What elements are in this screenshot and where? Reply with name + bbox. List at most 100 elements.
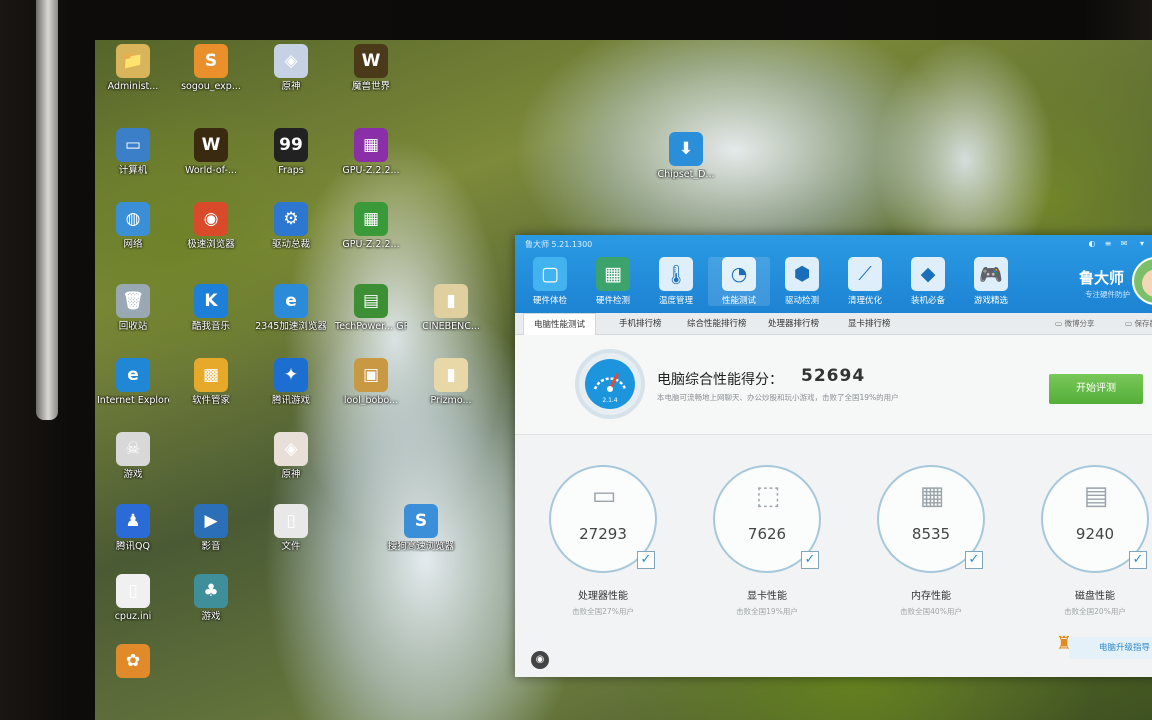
desktop-icon[interactable]: ♣ 游戏 <box>175 574 247 622</box>
desktop-icon[interactable]: ▯ 文件 <box>255 504 327 552</box>
desktop-icon-label: 回收站 <box>118 321 148 332</box>
component-card: ▦ 8535 ✓ 内存性能 击败全国40%用户 <box>861 465 1001 617</box>
desktop-icon[interactable]: ⬇ Chipset_D... <box>650 132 722 180</box>
desktop-icon-label: Internet Explorer <box>97 395 169 406</box>
gauge-readout: 2.1.4 <box>602 397 618 404</box>
skin-icon[interactable]: ◐ <box>1088 240 1096 248</box>
chip-board-icon: ▦ <box>596 257 630 291</box>
desktop-icon-label: 游戏 <box>201 611 221 622</box>
module-gear-box[interactable]: ⬢ 驱动检测 <box>771 257 833 306</box>
desktop-icon[interactable]: ▣ lool_bobo... <box>335 358 407 406</box>
desktop-icon[interactable]: ◈ 原神 <box>255 44 327 92</box>
desktop-icon-label: 原神 <box>281 81 301 92</box>
tab-gpu-ranking[interactable]: 显卡排行榜 <box>838 313 901 335</box>
component-score: 9240 <box>1075 525 1115 543</box>
desktop-icon[interactable]: ⚙ 驱动总裁 <box>255 202 327 250</box>
module-label: 硬件检测 <box>595 296 630 306</box>
brand-slogan: 专注硬件防护 <box>1085 290 1130 299</box>
app-icon: ⬇ <box>669 132 703 166</box>
desktop-icon[interactable]: ▮ Prizmo... <box>415 358 487 406</box>
module-gamepad[interactable]: 🎮 游戏精选 <box>960 257 1022 306</box>
desktop-icon[interactable]: W World-of-... <box>175 128 247 176</box>
desktop-icon-label: GPU-Z.2.2... <box>342 165 400 176</box>
desktop-icon[interactable]: ▭ 计算机 <box>97 128 169 176</box>
score-summary: 2.1.4 电脑综合性能得分： 52694 本电脑可流畅地上网聊天、办公炒股和玩… <box>515 335 1152 435</box>
module-cube[interactable]: ◆ 装机必备 <box>897 257 959 306</box>
app-icon: 99 <box>274 128 308 162</box>
app-icon: ⚙ <box>274 202 308 236</box>
desktop-icon-label: 驱动总裁 <box>271 239 310 250</box>
desktop-icon[interactable]: S 搜狗高速浏览器 <box>385 504 457 552</box>
app-icon: ✿ <box>116 644 150 678</box>
desktop-icon[interactable]: ▶ 影音 <box>175 504 247 552</box>
desktop-icon[interactable]: ✦ 腾讯游戏 <box>255 358 327 406</box>
module-label: 性能测试 <box>721 296 756 306</box>
checkbox[interactable]: ✓ <box>637 551 655 569</box>
sub-tab-bar: 电脑性能测试 手机排行榜 综合性能排行榜 处理器排行榜 显卡排行榜 ▭ 微博分享… <box>515 313 1152 335</box>
tab-pc-test[interactable]: 电脑性能测试 <box>523 313 597 335</box>
checkbox[interactable]: ✓ <box>965 551 983 569</box>
app-icon: ✦ <box>274 358 308 392</box>
desktop-icon[interactable]: Ssogou_exp... <box>175 44 247 92</box>
desktop-icon[interactable]: W 魔兽世界 <box>335 44 407 92</box>
menu-icon[interactable]: ≡ <box>1104 240 1112 248</box>
component-card: ⬚ 7626 ✓ 显卡性能 击败全国19%用户 <box>697 465 837 617</box>
module-broom[interactable]: ⟋ 清理优化 <box>834 257 896 306</box>
desktop-icon[interactable]: ▤ TechPower... GPU-Z <box>335 284 407 332</box>
checkbox[interactable]: ✓ <box>1129 551 1147 569</box>
app-icon: ♣ <box>194 574 228 608</box>
settings-icon[interactable]: ▾ <box>1138 240 1146 248</box>
feedback-icon[interactable]: ✉ <box>1120 240 1128 248</box>
desktop-icon[interactable]: ▩ 软件管家 <box>175 358 247 406</box>
desktop-icon-label: Chipset_D... <box>657 169 715 180</box>
app-icon: ▮ <box>434 284 468 318</box>
desktop-icon[interactable]: ◈ 原神 <box>255 432 327 480</box>
app-icon: ▯ <box>274 504 308 538</box>
mascot-avatar[interactable] <box>1132 257 1152 305</box>
upgrade-guide-link[interactable]: 电脑升级指导 <box>1068 637 1152 659</box>
desktop-icon-label: cpuz.ini <box>114 611 152 622</box>
desktop-icon[interactable]: e Internet Explorer <box>97 358 169 406</box>
app-icon: ▯ <box>116 574 150 608</box>
component-name: 内存性能 <box>911 591 951 602</box>
module-display-drop[interactable]: ▢ 硬件体检 <box>519 257 581 306</box>
component-card: ▭ 27293 ✓ 处理器性能 击败全国27%用户 <box>533 465 673 617</box>
desktop-icon[interactable]: ▮ CINEBENC... <box>415 284 487 332</box>
desktop-icon[interactable]: ☠ 游戏 <box>97 432 169 480</box>
desktop-icon-label: 文件 <box>281 541 301 552</box>
desktop-icon[interactable]: ◉ 极速浏览器 <box>175 202 247 250</box>
component-score: 7626 <box>747 525 787 543</box>
tab-overall-ranking[interactable]: 综合性能排行榜 <box>677 313 757 335</box>
app-icon: ▦ <box>354 128 388 162</box>
desktop-icon-label: sogou_exp... <box>181 81 241 92</box>
desktop-icon[interactable]: K 酷我音乐 <box>175 284 247 332</box>
checkbox[interactable]: ✓ <box>801 551 819 569</box>
help-icon[interactable]: ◉ <box>531 651 549 669</box>
desktop-icon[interactable]: 🗑 回收站 <box>97 284 169 332</box>
module-speedometer[interactable]: ◔ 性能测试 <box>708 257 770 306</box>
desktop-icon-label: 腾讯QQ <box>116 541 150 552</box>
desktop-icon[interactable]: ▯ cpuz.ini <box>97 574 169 622</box>
desktop-icon-label: GPU-Z.2.2... <box>342 239 400 250</box>
module-thermometer[interactable]: 🌡 温度管理 <box>645 257 707 306</box>
desktop-icon[interactable]: e 2345加速浏览器 <box>255 284 327 332</box>
desktop-icon[interactable]: ▦ GPU-Z.2.2... <box>335 128 407 176</box>
desktop-icon[interactable]: 📁 Administ... <box>97 44 169 92</box>
desktop-icon[interactable]: ▦ GPU-Z.2.2... <box>335 202 407 250</box>
desktop-icon[interactable]: ◍ 网络 <box>97 202 169 250</box>
desktop-icon[interactable]: 99 Fraps <box>255 128 327 176</box>
module-chip-board[interactable]: ▦ 硬件检测 <box>582 257 644 306</box>
desktop-icon-label: Fraps <box>278 165 304 176</box>
share-weibo-button[interactable]: ▭ 微博分享 <box>1055 313 1094 335</box>
start-test-button[interactable]: 开始评测 <box>1049 374 1143 404</box>
desktop-icon[interactable]: ♟ 腾讯QQ <box>97 504 169 552</box>
app-icon: ◈ <box>274 44 308 78</box>
tab-phone-ranking[interactable]: 手机排行榜 <box>609 313 672 335</box>
tab-cpu-ranking[interactable]: 处理器排行榜 <box>758 313 829 335</box>
module-label: 温度管理 <box>658 296 693 306</box>
save-screenshot-button[interactable]: ▭ 保存截图 <box>1125 313 1152 335</box>
component-name: 处理器性能 <box>578 591 628 602</box>
desktop-icon[interactable]: ✿ <box>97 644 169 681</box>
desktop-icon-label: 搜狗高速浏览器 <box>387 541 455 552</box>
app-title: 鲁大师 5.21.1300 <box>525 240 593 249</box>
